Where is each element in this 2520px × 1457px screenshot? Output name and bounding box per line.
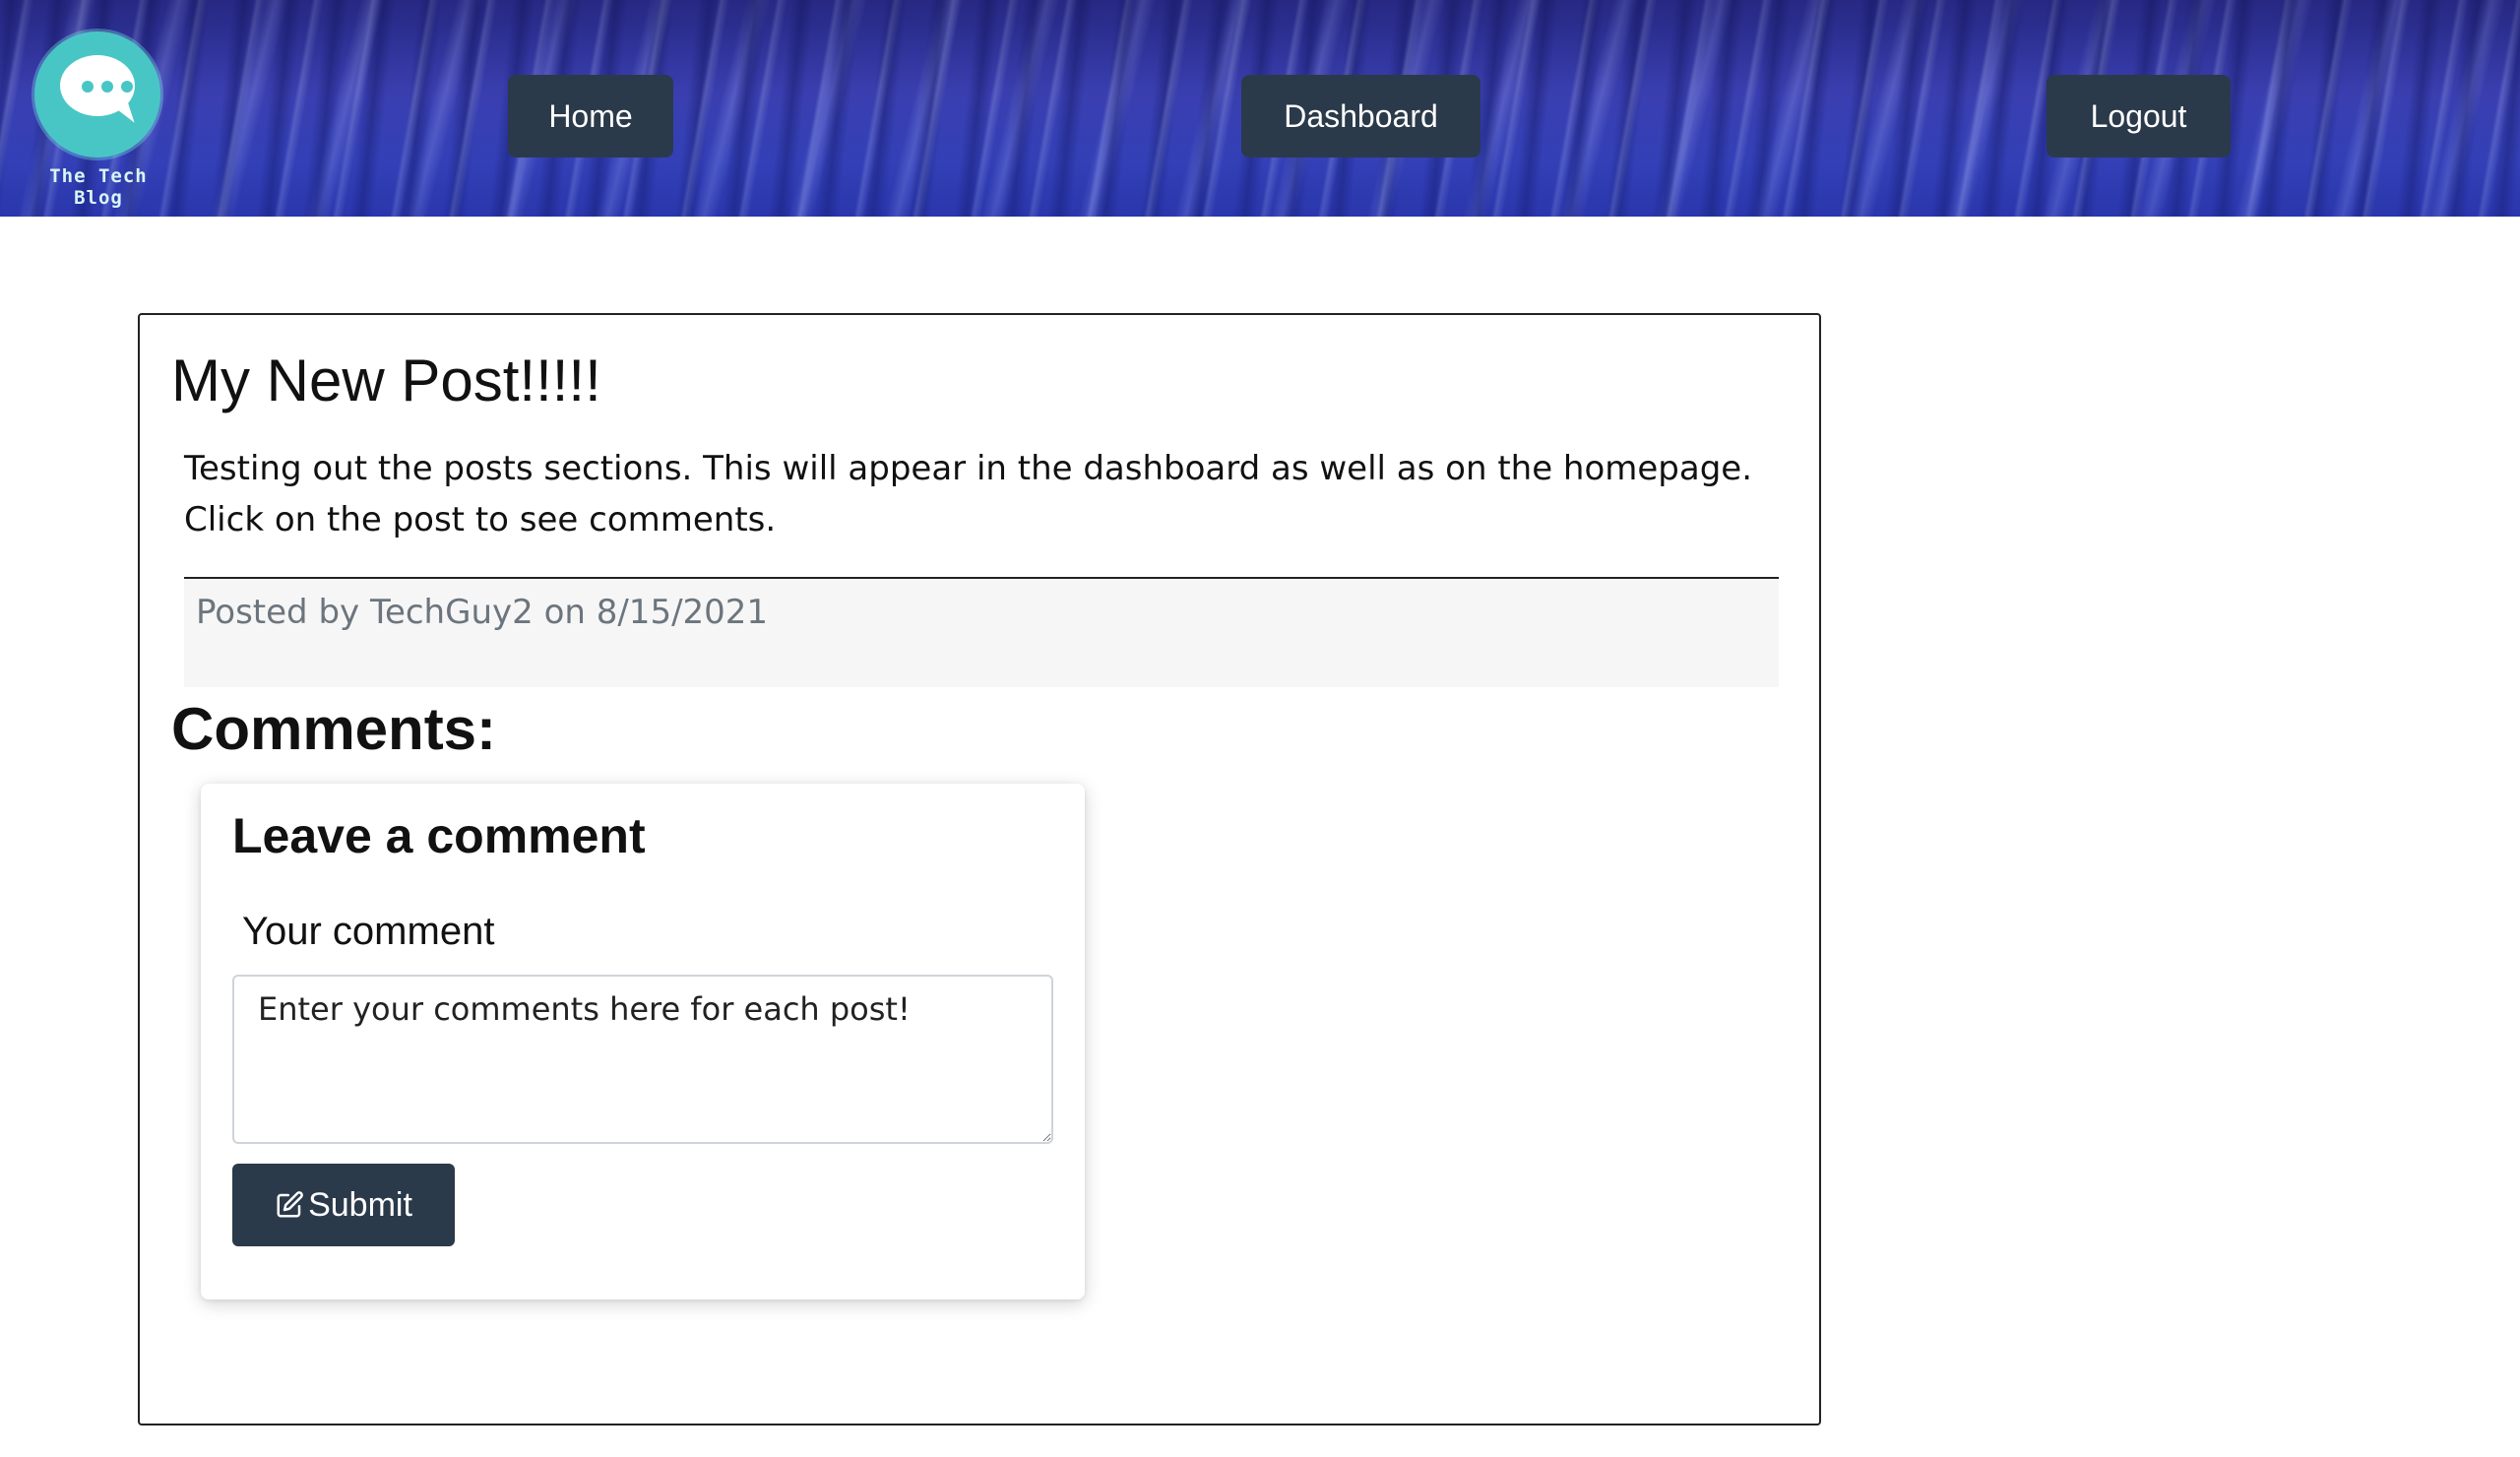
submit-button[interactable]: Submit xyxy=(232,1164,455,1246)
post-card: My New Post!!!!! Testing out the posts s… xyxy=(138,313,1821,1425)
comment-form-title: Leave a comment xyxy=(232,808,646,863)
nav-home-button[interactable]: Home xyxy=(508,75,673,158)
comment-label: Your comment xyxy=(242,910,495,953)
comment-textarea[interactable] xyxy=(232,975,1053,1144)
nav-logout-button[interactable]: Logout xyxy=(2047,75,2231,158)
comments-heading: Comments: xyxy=(171,696,497,762)
site-header: The Tech Blog Home Dashboard Logout xyxy=(0,0,2520,217)
chat-bubble-icon xyxy=(34,32,160,158)
post-meta: Posted by TechGuy2 on 8/15/2021 xyxy=(196,593,769,632)
nav-dashboard-button[interactable]: Dashboard xyxy=(1241,75,1480,158)
post-body: Testing out the posts sections. This wil… xyxy=(184,449,1753,539)
edit-icon xyxy=(277,1191,303,1218)
site-logo[interactable]: The Tech Blog xyxy=(24,28,173,209)
comment-form: Leave a comment Your comment Submit xyxy=(201,784,1085,1299)
post-footer: Posted by TechGuy2 on 8/15/2021 xyxy=(184,577,1779,687)
logo-text: The Tech Blog xyxy=(49,165,148,209)
post-title: My New Post!!!!! xyxy=(171,348,601,413)
submit-label: Submit xyxy=(308,1185,412,1224)
